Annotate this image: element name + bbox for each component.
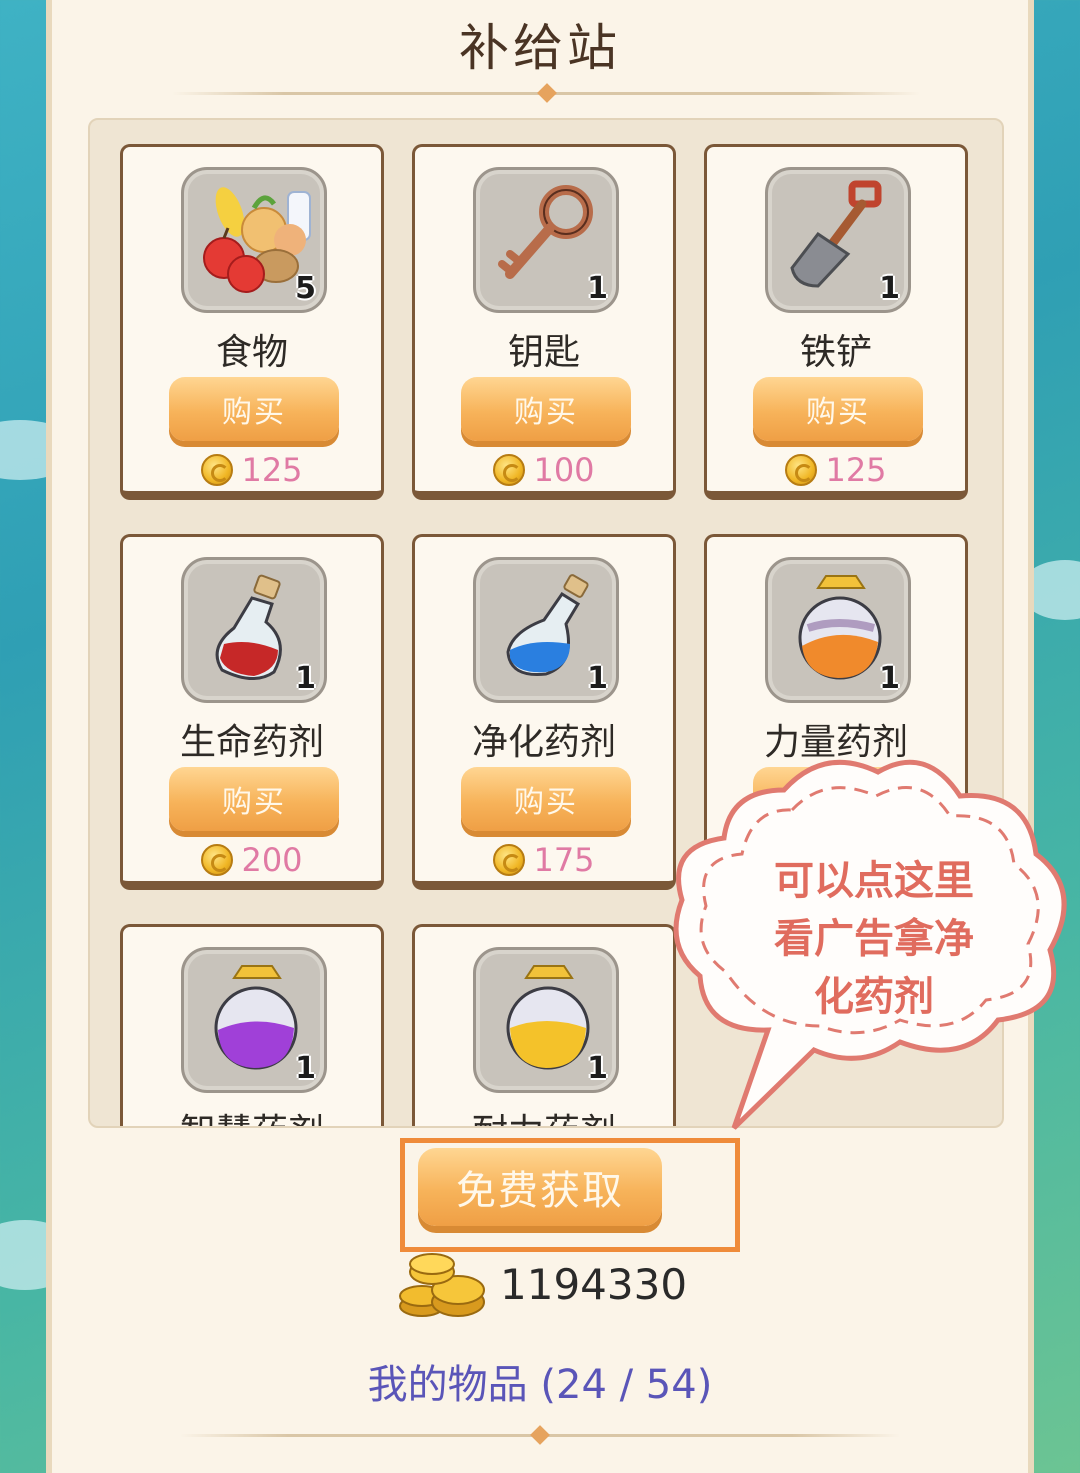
shop-item-wisdom-potion: 1 智慧药剂 [120, 924, 384, 1126]
buy-button[interactable]: 购买 [169, 767, 339, 831]
coin-icon [201, 454, 234, 486]
item-price: 200 [123, 841, 381, 879]
buy-button[interactable]: 购买 [461, 377, 631, 441]
price-value: 125 [241, 451, 303, 489]
item-quantity: 1 [879, 661, 900, 696]
item-name: 铁铲 [799, 332, 872, 373]
buy-button[interactable]: 购买 [753, 377, 923, 441]
item-quantity: 1 [587, 661, 608, 696]
coin-stack-icon [399, 1253, 485, 1317]
item-price: 175 [415, 841, 673, 879]
price-value: 200 [241, 841, 303, 879]
item-icon-frame: 1 [473, 557, 619, 703]
coin-balance-value: 1194330 [500, 1260, 688, 1309]
shop-item-food: 5 食物 购买 125 [120, 144, 384, 500]
shop-item-life-potion: 1 生命药剂 购买 200 [120, 534, 384, 890]
item-price: 125 [123, 451, 381, 489]
coin-icon [493, 454, 526, 486]
item-icon-frame: 1 [473, 947, 619, 1093]
my-items-link[interactable]: 我的物品 (24 / 54) [0, 1352, 1080, 1410]
item-icon-frame: 1 [765, 167, 911, 313]
free-get-button[interactable]: 免费获取 [418, 1148, 662, 1226]
coin-icon [493, 844, 526, 876]
item-quantity: 1 [295, 661, 316, 696]
item-quantity: 5 [295, 271, 316, 306]
item-name: 净化药剂 [471, 722, 616, 763]
shop-item-key: 1 钥匙 购买 100 [412, 144, 676, 500]
item-quantity: 1 [587, 1051, 608, 1086]
item-price: 100 [415, 451, 673, 489]
item-icon-frame: 1 [181, 947, 327, 1093]
item-quantity: 1 [295, 1051, 316, 1086]
coin-balance: 1194330 [398, 1250, 698, 1320]
shop-item-shovel: 1 铁铲 购买 125 [704, 144, 968, 500]
item-name: 食物 [215, 332, 288, 373]
item-icon-frame: 1 [181, 557, 327, 703]
annotation-text: 可以点这里 看广告拿净 化药剂 [774, 858, 974, 1020]
buy-button[interactable]: 购买 [461, 767, 631, 831]
item-icon-frame: 1 [473, 167, 619, 313]
price-value: 100 [533, 451, 595, 489]
shop-item-purify-potion: 1 净化药剂 购买 175 [412, 534, 676, 890]
item-name: 生命药剂 [179, 722, 324, 763]
page-title: 补给站 [459, 19, 621, 77]
item-price: 125 [707, 451, 965, 489]
buy-button[interactable]: 购买 [169, 377, 339, 441]
price-value: 175 [533, 841, 595, 879]
item-name: 智慧药剂 [123, 1103, 381, 1126]
price-value: 125 [825, 451, 887, 489]
coin-icon [201, 844, 234, 876]
divider-diamond [537, 83, 557, 103]
annotation-bubble: 可以点这里 看广告拿净 化药剂 [664, 750, 1080, 1130]
item-icon-frame: 5 [181, 167, 327, 313]
item-quantity: 1 [587, 271, 608, 306]
item-name: 钥匙 [507, 332, 580, 373]
item-icon-frame: 1 [765, 557, 911, 703]
item-name: 耐力药剂 [415, 1103, 673, 1126]
shop-item-stamina-potion: 1 耐力药剂 [412, 924, 676, 1126]
coin-icon [785, 454, 818, 486]
item-quantity: 1 [879, 271, 900, 306]
